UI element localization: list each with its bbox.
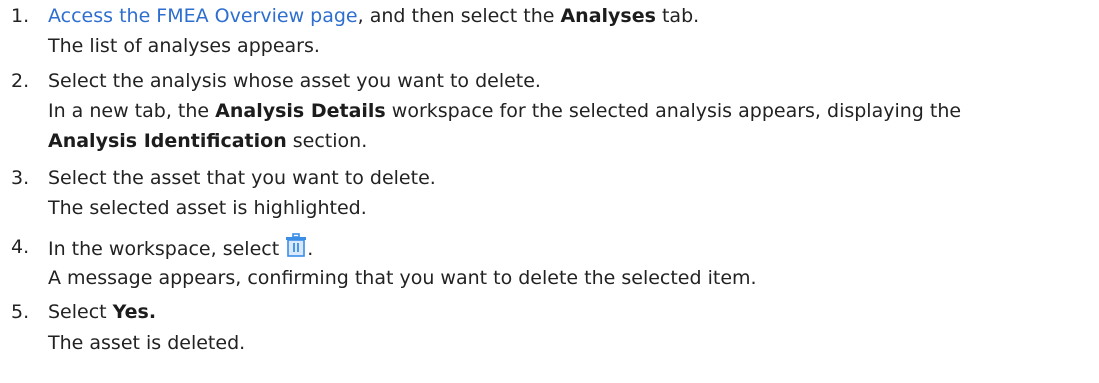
trash-icon[interactable] [285, 233, 307, 257]
step-number: 3. [11, 167, 30, 189]
step-result: A message appears, confirming that you w… [48, 267, 757, 289]
step-number: 4. [11, 236, 30, 258]
step-action: Select Yes. [48, 301, 157, 323]
analysis-details-name: Analysis Details [215, 100, 386, 122]
step-action: Select the analysis whose asset you want… [48, 70, 541, 92]
step-result: The list of analyses appears. [48, 35, 320, 57]
step-result: The selected asset is highlighted. [48, 197, 367, 219]
analyses-tab-name: Analyses [560, 5, 656, 27]
step-action: In the workspace, select . [48, 233, 313, 264]
step-number: 5. [11, 301, 30, 323]
step-action: Select the asset that you want to delete… [48, 167, 436, 189]
step-number: 1. [11, 5, 30, 27]
fmea-overview-link[interactable]: Access the FMEA Overview page [48, 5, 358, 27]
step-result-continued: Analysis Identification section. [48, 130, 368, 152]
step-number: 2. [11, 70, 30, 92]
step-action: Access the FMEA Overview page, and then … [48, 5, 700, 27]
analysis-identification-name: Analysis Identification [48, 130, 287, 152]
step-result: In a new tab, the Analysis Details works… [48, 100, 962, 122]
step-result: The asset is deleted. [48, 332, 246, 354]
yes-button-name: Yes. [112, 301, 157, 323]
